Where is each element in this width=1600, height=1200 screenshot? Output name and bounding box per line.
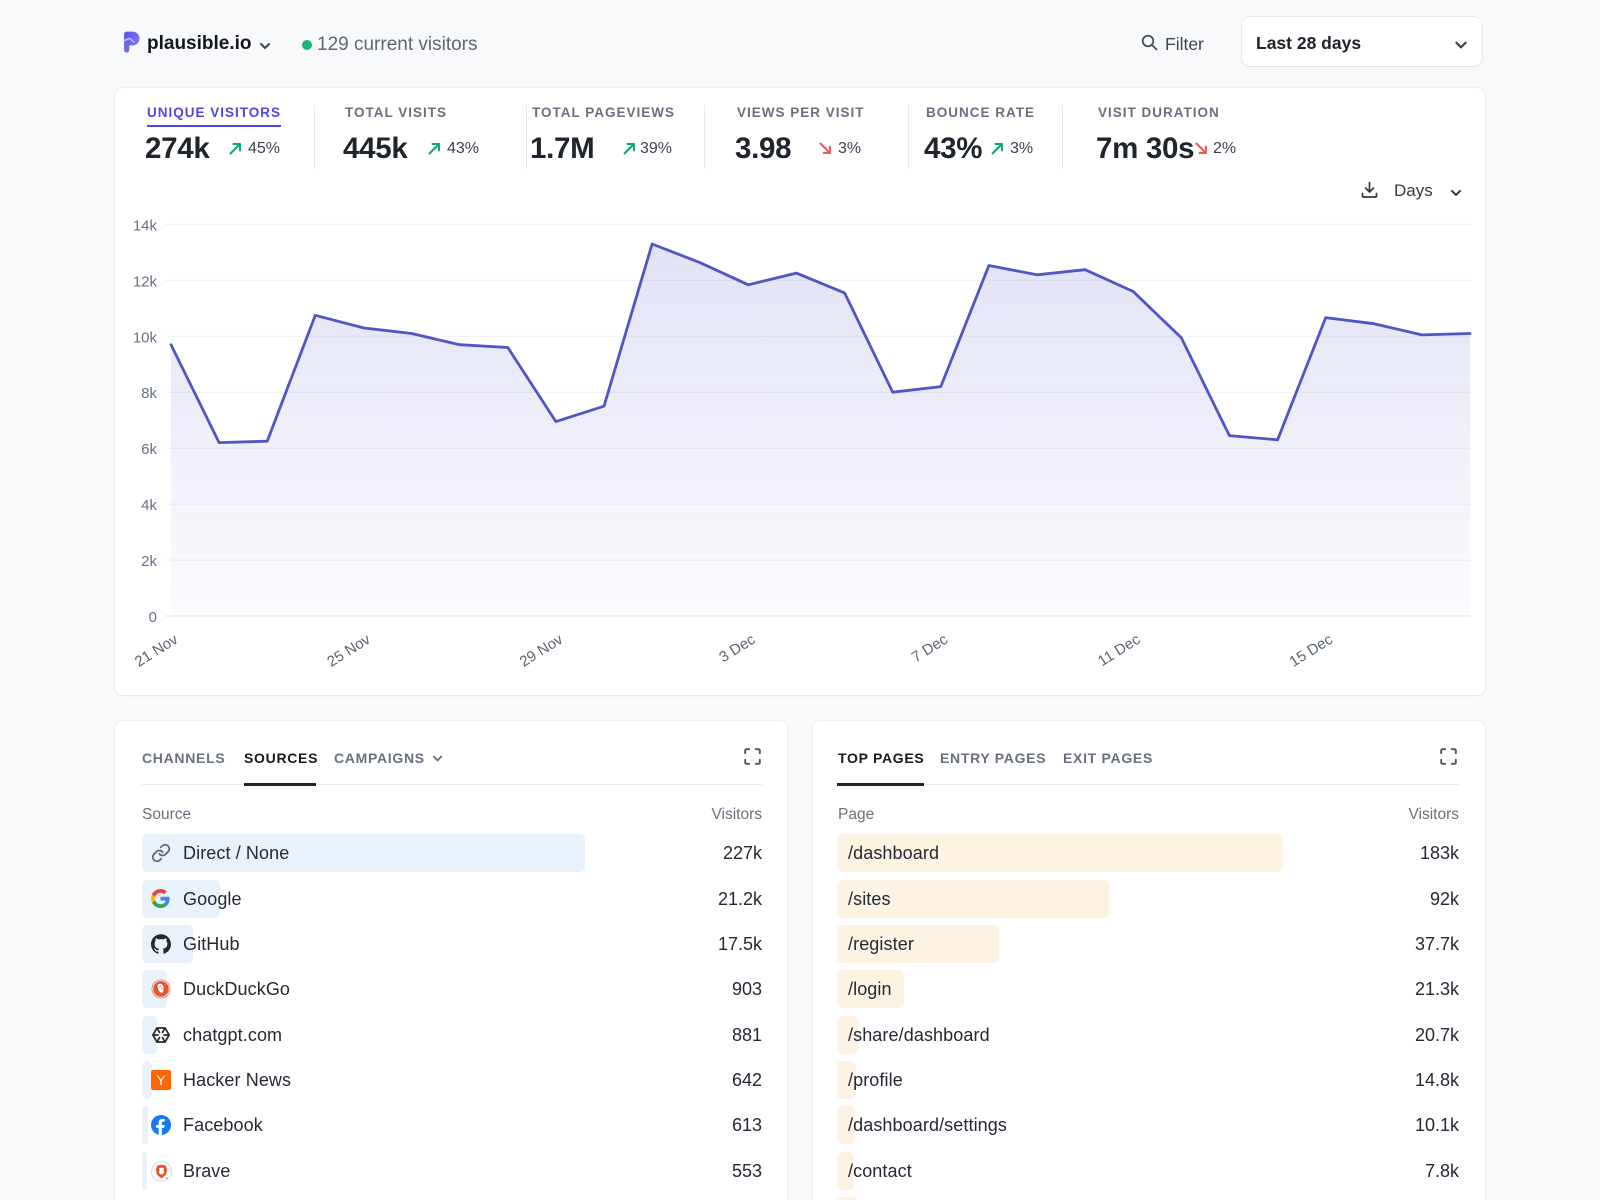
svg-text:7 Dec: 7 Dec <box>909 631 952 666</box>
svg-text:6k: 6k <box>141 441 157 458</box>
svg-text:15 Dec: 15 Dec <box>1287 631 1337 671</box>
svg-text:12k: 12k <box>133 273 158 290</box>
svg-text:14k: 14k <box>133 217 158 234</box>
svg-text:29 Nov: 29 Nov <box>517 631 567 671</box>
svg-text:21 Nov: 21 Nov <box>132 631 182 671</box>
svg-text:11 Dec: 11 Dec <box>1095 631 1144 670</box>
svg-text:2k: 2k <box>141 553 157 570</box>
svg-text:0: 0 <box>149 609 157 626</box>
svg-text:4k: 4k <box>141 497 157 514</box>
svg-text:25 Nov: 25 Nov <box>324 631 374 671</box>
svg-text:8k: 8k <box>141 385 157 402</box>
svg-text:Y: Y <box>156 1073 165 1088</box>
svg-text:3 Dec: 3 Dec <box>716 631 759 666</box>
svg-text:10k: 10k <box>133 329 158 346</box>
